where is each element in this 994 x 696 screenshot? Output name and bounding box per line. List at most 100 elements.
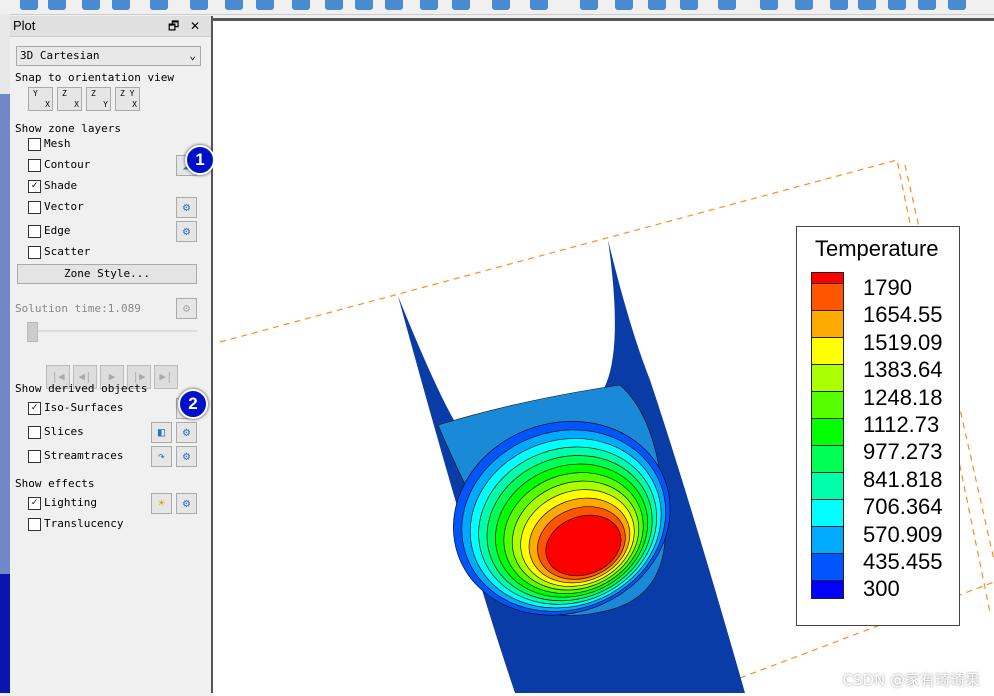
toolbar-button[interactable] — [760, 0, 778, 10]
legend-swatch — [811, 499, 844, 527]
legend-swatch — [811, 391, 844, 419]
plot-sidebar: Plot 🗗 ✕ 3D Cartesian ⌄ Snap to orientati… — [10, 16, 215, 693]
label-lighting: Lighting — [44, 496, 97, 509]
toolbar-button[interactable] — [256, 0, 274, 10]
effects-label: Show effects — [15, 477, 95, 490]
checkbox-contour[interactable] — [28, 159, 41, 172]
lighting-button[interactable]: ☀ — [151, 493, 172, 514]
orient-view-button[interactable]: YX — [28, 87, 53, 111]
axis-label: Y — [103, 100, 108, 109]
checkbox-mesh[interactable] — [28, 138, 41, 151]
toolbar-button[interactable] — [492, 0, 510, 10]
plot-type-dropdown[interactable]: 3D Cartesian ⌄ — [16, 46, 201, 66]
toolbar-button[interactable] — [20, 0, 38, 10]
close-icon[interactable]: ✕ — [190, 16, 200, 36]
toolbar-button[interactable] — [795, 0, 813, 10]
last-frame-button[interactable]: ▶| — [154, 365, 178, 389]
checkbox-translucency[interactable] — [28, 518, 41, 531]
legend-level: 841.818 — [863, 466, 943, 492]
zone-layers-label: Show zone layers — [15, 122, 121, 135]
orient-view-button[interactable]: ZY — [86, 87, 111, 111]
plot-type-value: 3D Cartesian — [20, 49, 100, 62]
slices-button[interactable]: ◧ — [151, 422, 172, 443]
toolbar-button[interactable] — [355, 0, 373, 10]
toolbar-button[interactable] — [918, 0, 936, 10]
orient-view-button[interactable]: Z Y X — [115, 87, 140, 111]
checkbox-edge[interactable] — [28, 225, 41, 238]
legend-swatch — [811, 580, 844, 599]
legend-level: 435.455 — [863, 549, 943, 574]
toolbar-button[interactable] — [292, 0, 310, 10]
time-slider-handle[interactable] — [27, 322, 38, 342]
toolbar-button[interactable] — [648, 0, 666, 10]
legend-level: 1383.64 — [863, 357, 943, 383]
legend-swatch — [811, 472, 844, 500]
snap-label: Snap to orientation view — [15, 71, 174, 84]
legend-level: 1112.73 — [863, 412, 940, 437]
toolbar-button[interactable] — [150, 0, 168, 10]
toolbar-button[interactable] — [680, 0, 698, 10]
label-vector: Vector — [44, 200, 84, 213]
toolbar-button[interactable] — [580, 0, 598, 10]
derived-label: Show derived objects — [15, 382, 148, 395]
checkbox-slices[interactable] — [28, 426, 41, 439]
toolbar-button[interactable] — [948, 0, 966, 10]
checkbox-scatter[interactable] — [28, 246, 41, 259]
time-slider-track[interactable] — [36, 330, 197, 332]
legend-swatch — [811, 337, 844, 365]
label-slices: Slices — [44, 425, 84, 438]
toolbar-button[interactable] — [615, 0, 633, 10]
annotation-badge-1: 1 — [185, 145, 215, 175]
axis-label: X — [74, 100, 79, 109]
toolbar-button[interactable] — [718, 0, 736, 10]
toolbar-button[interactable] — [530, 0, 548, 10]
legend-level: 977.273 — [863, 439, 943, 465]
legend-level: 1248.18 — [863, 384, 943, 410]
checkbox-streamtraces[interactable] — [28, 450, 41, 463]
toolbar-button[interactable] — [325, 0, 343, 10]
toolbar-button[interactable] — [82, 0, 100, 10]
label-mesh: Mesh — [44, 137, 71, 150]
checkbox-iso-surfaces[interactable]: ✓ — [28, 402, 41, 415]
streamtraces-button[interactable]: ↷ — [151, 446, 172, 467]
panel-title: Plot — [13, 18, 36, 33]
toolbar-button[interactable] — [830, 0, 848, 10]
checkbox-lighting[interactable]: ✓ — [28, 497, 41, 510]
watermark: CSDN @家有琦琦果 — [842, 671, 980, 689]
checkbox-vector[interactable] — [28, 201, 41, 214]
toolbar-button[interactable] — [858, 0, 876, 10]
label-translucency: Translucency — [44, 517, 124, 530]
legend-level: 1519.09 — [863, 329, 943, 355]
lighting-settings-button[interactable]: ⚙ — [176, 493, 197, 514]
time-settings-button[interactable]: ⚙ — [176, 298, 197, 319]
restore-icon[interactable]: 🗗 — [168, 16, 179, 36]
slices-settings-button[interactable]: ⚙ — [176, 422, 197, 443]
toolbar-button[interactable] — [452, 0, 470, 10]
toolbar-button[interactable] — [48, 0, 66, 10]
legend-swatch — [811, 283, 844, 311]
toolbar-button[interactable] — [888, 0, 906, 10]
toolbar-button[interactable] — [420, 0, 438, 10]
label-streamtraces: Streamtraces — [44, 449, 124, 462]
axis-label: Z Y — [120, 89, 135, 98]
label-edge: Edge — [44, 224, 71, 237]
checkbox-shade[interactable]: ✓ — [28, 180, 41, 193]
legend-level: 1654.55 — [863, 302, 943, 328]
legend-swatch — [811, 364, 844, 392]
zone-style-button[interactable]: Zone Style... — [17, 264, 197, 284]
legend-level: 570.909 — [863, 521, 943, 547]
annotation-badge-2: 2 — [178, 389, 208, 419]
toolbar-button[interactable] — [385, 0, 403, 10]
edge-settings-button[interactable]: ⚙ — [176, 221, 197, 242]
background-strip — [0, 14, 10, 693]
vector-settings-button[interactable]: ⚙ — [176, 197, 197, 218]
legend-level: 300 — [863, 576, 900, 602]
axis-label: Z — [91, 89, 96, 98]
orient-view-button[interactable]: ZX — [57, 87, 82, 111]
streamtraces-settings-button[interactable]: ⚙ — [176, 446, 197, 467]
toolbar-button[interactable] — [190, 0, 208, 10]
toolbar-button[interactable] — [225, 0, 243, 10]
legend-swatch — [811, 526, 844, 554]
toolbar-button[interactable] — [112, 0, 130, 10]
chevron-down-icon: ⌄ — [189, 49, 196, 62]
